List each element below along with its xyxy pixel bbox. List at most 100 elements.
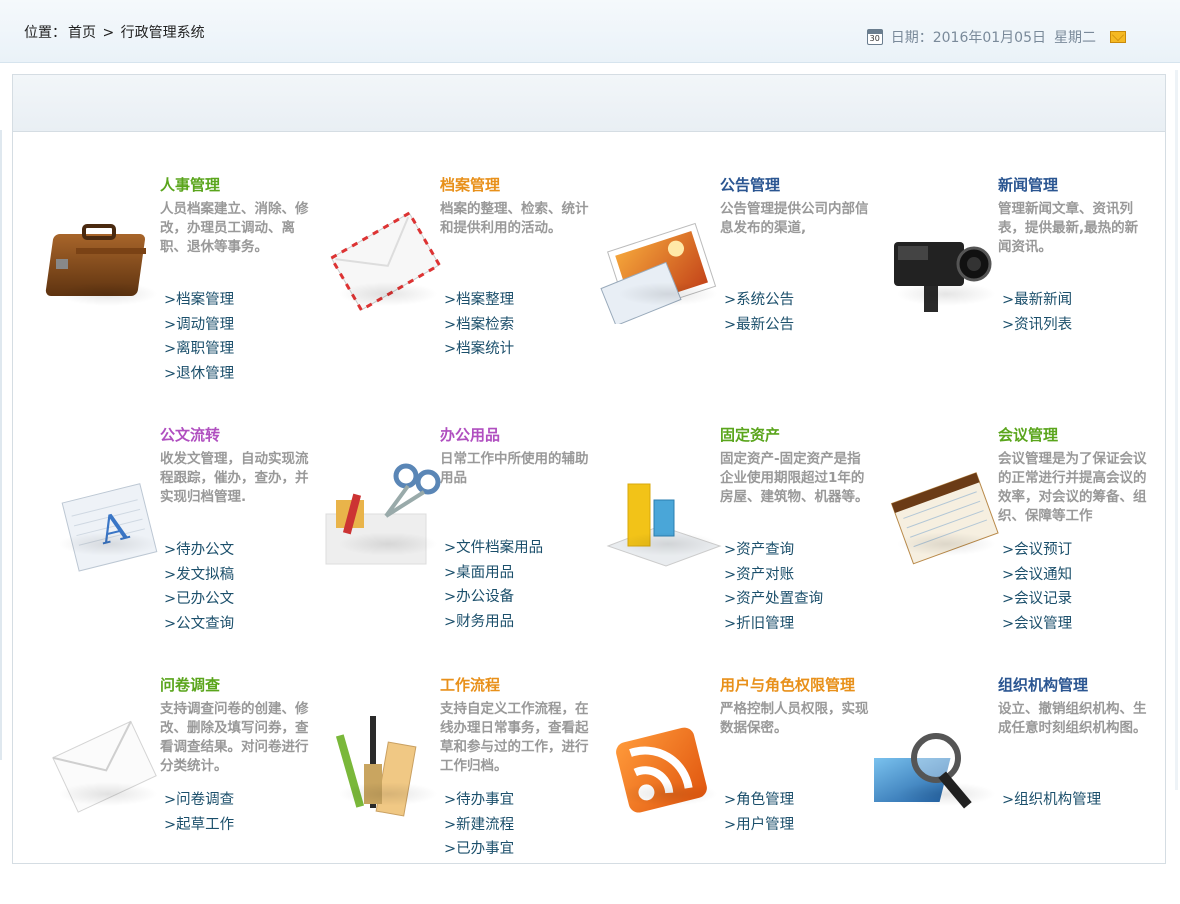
module-title: 工作流程 [440,676,501,694]
icon-shadow [618,782,718,806]
module-link[interactable]: 用户管理 [724,813,794,838]
module-links: 问卷调查起草工作 [164,788,234,837]
module-link[interactable]: 待办公文 [164,538,234,563]
document-icon: A [36,454,166,574]
module-description: 支持调查问卷的创建、修改、删除及填写问券，查看调查结果。对问卷进行分类统计。 [160,701,309,774]
rss-icon [596,704,726,824]
module-link[interactable]: 组织机构管理 [1002,788,1101,813]
module-link[interactable]: 公文查询 [164,612,234,637]
module-link[interactable]: 档案统计 [444,337,514,362]
module-link[interactable]: 待办事宜 [444,788,514,813]
module-title: 公告管理 [720,176,781,194]
right-divider [1175,70,1178,790]
module-link[interactable]: 会议通知 [1002,563,1072,588]
module-link[interactable]: 档案整理 [444,288,514,313]
module-links: 会议预订会议通知会议记录会议管理 [1002,538,1072,636]
module-link[interactable]: 已办事宜 [444,837,514,862]
module-link[interactable]: 档案检索 [444,313,514,338]
module-link[interactable]: 角色管理 [724,788,794,813]
module-link[interactable]: 资讯列表 [1002,313,1072,338]
mail-icon[interactable] [1110,31,1126,43]
module-description: 固定资产-固定资产是指企业使用期限超过1年的房屋、建筑物、机器等。 [720,451,869,505]
module-link[interactable]: 办公设备 [444,585,543,610]
module-title: 会议管理 [998,426,1059,444]
module-link[interactable]: 折旧管理 [724,612,823,637]
module-card: 会议管理 会议管理是为了保证会议的正常进行并提高会议的效率，对会议的筹备、组织、保… [874,424,1147,654]
module-links: 待办公文发文拟稿已办公文公文查询 [164,538,234,636]
module-title: 新闻管理 [998,176,1059,194]
module-links: 最新新闻资讯列表 [1002,288,1072,337]
module-description: 档案的整理、检索、统计和提供利用的活动。 [440,201,589,236]
module-link[interactable]: 文件档案用品 [444,536,543,561]
module-card: 组织机构管理设立、撤销组织机构、生成任意时刻组织机构图。组织机构管理 [859,674,1147,904]
module-links: 文件档案用品桌面用品办公设备财务用品 [444,536,543,634]
module-title: 公文流转 [160,426,221,444]
icon-shadow [618,532,718,556]
module-card: A 公文流转收发文管理，自动实现流程跟踪，催办，查办，并实现归档管理. 待办公文发文… [36,424,309,654]
icon-shadow [896,532,996,556]
pencil-icon [316,704,446,824]
breadcrumb-current: 行政管理系统 [120,25,205,41]
notepad-icon [874,454,1004,574]
module-link[interactable]: 资产处置查询 [724,587,823,612]
module-link[interactable]: 调动管理 [164,313,234,338]
mail-icon [36,704,166,824]
module-card: 档案管理档案的整理、检索、统计和提供利用的活动。档案整理档案检索档案统计 [316,174,589,404]
module-link[interactable]: 资产查询 [724,538,823,563]
module-description: 管理新闻文章、资讯列表，提供最新,最热的新闻资讯。 [998,201,1139,255]
module-links: 角色管理用户管理 [724,788,794,837]
module-link[interactable]: 最新公告 [724,313,794,338]
briefcase-icon [36,204,166,324]
panel-header [13,75,1165,132]
module-title: 问卷调查 [160,676,221,694]
module-description: 严格控制人员权限，实现数据保密。 [720,701,869,736]
breadcrumb: 位置： 首页 > 行政管理系统 [24,22,207,42]
module-link[interactable]: 离职管理 [164,337,234,362]
module-card: 公告管理公告管理提供公司内部信息发布的渠道, 系统公告最新公告 [596,174,869,404]
top-bar: 位置： 首页 > 行政管理系统 30 日期：2016年01月05日 星期二 [0,0,1180,63]
camera-icon [874,204,1004,324]
module-link[interactable]: 已办公文 [164,587,234,612]
module-link[interactable]: 起草工作 [164,813,234,838]
module-title: 用户与角色权限管理 [720,676,856,694]
module-links: 档案管理调动管理离职管理退休管理 [164,288,234,386]
module-description: 设立、撤销组织机构、生成任意时刻组织机构图。 [998,701,1147,736]
icon-shadow [58,282,158,306]
magnifier-icon [859,704,1004,824]
module-links: 待办事宜新建流程已办事宜 [444,788,514,862]
bar-chart-icon [596,454,726,574]
module-link[interactable]: 问卷调查 [164,788,234,813]
module-link[interactable]: 系统公告 [724,288,794,313]
breadcrumb-home[interactable]: 首页 [68,25,96,41]
module-title: 办公用品 [440,426,501,444]
module-link[interactable]: 档案管理 [164,288,234,313]
module-link[interactable]: 新建流程 [444,813,514,838]
module-description: 日常工作中所使用的辅助用品 [440,451,589,486]
module-card: 工作流程支持自定义工作流程，在线办理日常事务，查看起草和参与过的工作，进行工作归… [316,674,589,904]
envelope-icon [316,204,446,324]
icon-shadow [338,282,438,306]
date-info: 30 日期：2016年01月05日 星期二 [866,27,1126,47]
module-card: 问卷调查支持调查问卷的创建、修改、删除及填写问券，查看调查结果。对问卷进行分类统… [36,674,309,904]
module-link[interactable]: 会议记录 [1002,587,1072,612]
module-card: 固定资产固定资产-固定资产是指企业使用期限超过1年的房屋、建筑物、机器等。资产查… [596,424,869,654]
module-link[interactable]: 资产对账 [724,563,823,588]
location-label: 位置： [24,25,66,41]
module-link[interactable]: 发文拟稿 [164,563,234,588]
module-links: 资产查询资产对账资产处置查询折旧管理 [724,538,823,636]
module-description: 支持自定义工作流程，在线办理日常事务，查看起草和参与过的工作，进行工作归档。 [440,701,589,774]
module-title: 固定资产 [720,426,781,444]
module-link[interactable]: 最新新闻 [1002,288,1072,313]
icon-shadow [896,782,996,806]
module-link[interactable]: 财务用品 [444,610,543,635]
module-link[interactable]: 退休管理 [164,362,234,387]
module-card: 用户与角色权限管理严格控制人员权限，实现数据保密。角色管理用户管理 [596,674,869,904]
module-link[interactable]: 桌面用品 [444,561,543,586]
module-title: 组织机构管理 [998,676,1089,694]
module-link[interactable]: 会议管理 [1002,612,1072,637]
weekday-text: 星期二 [1054,30,1096,46]
icon-shadow [58,782,158,806]
module-title: 档案管理 [440,176,501,194]
icon-shadow [896,282,996,306]
module-link[interactable]: 会议预订 [1002,538,1072,563]
